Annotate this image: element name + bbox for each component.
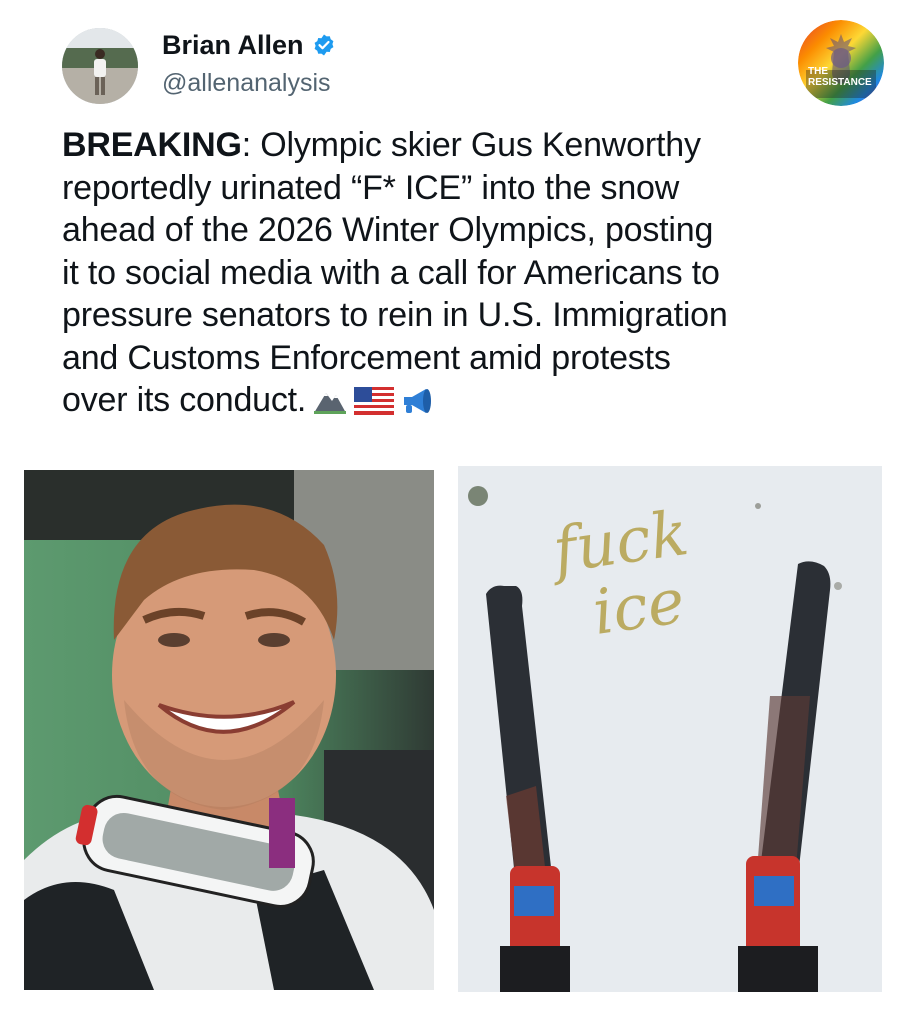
megaphone-icon	[400, 383, 436, 426]
tweet-line-6: and Customs Enforcement amid protests	[62, 338, 671, 377]
author-name-row: Brian Allen	[162, 28, 336, 62]
us-flag-icon	[354, 383, 395, 426]
media-photo-right[interactable]: fuck ice	[458, 466, 882, 992]
author-block[interactable]: Brian Allen @allenanalysis	[162, 28, 336, 100]
tweet-line-7: over its conduct.	[62, 381, 307, 419]
tweet-line-3: ahead of the 2026 Winter Olympics, posti…	[62, 211, 714, 249]
badge-line-2: RESISTANCE	[808, 77, 872, 88]
statue-of-liberty-logo-icon	[798, 20, 884, 106]
tweet-lead: BREAKING	[62, 126, 242, 164]
mountain-icon	[312, 383, 348, 426]
resistance-badge: THE RESISTANCE	[798, 20, 884, 106]
author-handle[interactable]: @allenanalysis	[162, 66, 336, 100]
avatar-photo	[62, 28, 138, 104]
tweet-line-1: : Olympic skier Gus Kenworthy	[241, 126, 701, 164]
tweet-line-4: it to social media with a call for Ameri…	[62, 253, 720, 292]
tweet-text: BREAKING: Olympic skier Gus Kenworthy re…	[62, 124, 862, 426]
snow-writing-line-2: ice	[588, 564, 689, 649]
author-avatar[interactable]	[62, 28, 138, 104]
verified-badge-icon	[314, 34, 333, 56]
tweet-line-5: pressure senators to rein in U.S. Immigr…	[62, 296, 728, 334]
badge-line-1: THE	[808, 66, 828, 77]
tweet-line-2: reportedly urinated “F* ICE” into the sn…	[62, 168, 680, 207]
media-photo-left[interactable]	[24, 470, 434, 990]
skier-portrait-image	[24, 470, 434, 990]
author-name[interactable]: Brian Allen	[162, 28, 304, 62]
